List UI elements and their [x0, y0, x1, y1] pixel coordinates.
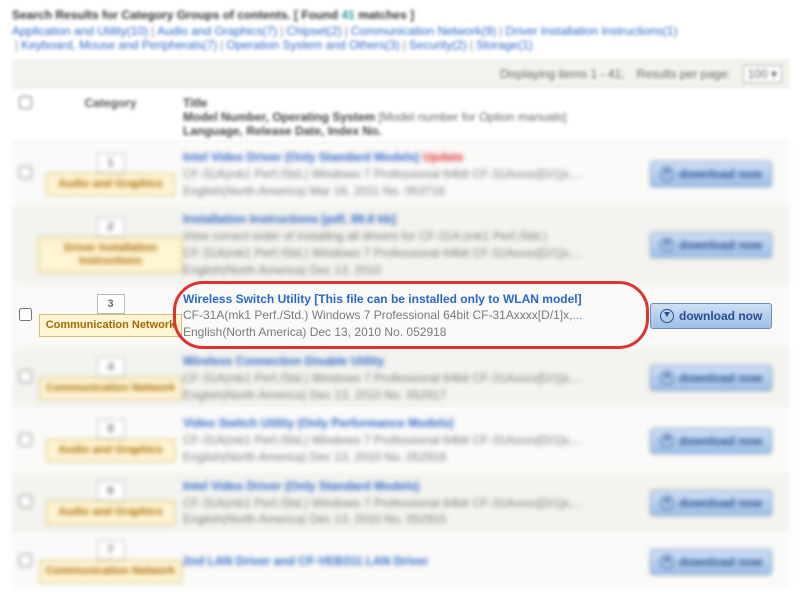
row-content: Wireless Switch Utility [This file can b… — [183, 291, 650, 341]
category-badge[interactable]: Audio and Graphics — [46, 173, 175, 196]
filter-link[interactable]: Application and Utility(10) — [12, 24, 148, 38]
filter-link[interactable]: Chipset(2) — [286, 24, 341, 38]
row-content: Intel Video Driver (Only Standard Models… — [183, 478, 650, 528]
row-index: 2 — [97, 217, 125, 237]
header-category: Category — [38, 96, 183, 110]
category-badge[interactable]: Driver Installation Instructions — [38, 237, 183, 273]
row-index: 3 — [97, 294, 125, 314]
row-index: 7 — [97, 540, 125, 560]
item-title-link[interactable]: Intel Video Driver (Only Standard Models… — [183, 479, 420, 493]
table-row: 7 Communication Network2nd LAN Driver an… — [12, 534, 790, 589]
category-badge[interactable]: Communication Network — [39, 560, 183, 583]
page: Search Results for Category Groups of co… — [0, 0, 802, 597]
chevron-down-icon: ▾ — [771, 67, 777, 81]
download-button[interactable]: download now — [650, 490, 772, 516]
pager-bar: Displaying items 1 - 41; Results per pag… — [12, 60, 790, 88]
download-icon — [660, 238, 674, 252]
filter-link[interactable]: Driver Installation Instructions(1) — [505, 24, 677, 38]
row-content: Video Switch Utility (Only Performance M… — [183, 415, 650, 465]
download-button[interactable]: download now — [650, 365, 772, 391]
filter-link[interactable]: Operation System and Others(3) — [226, 38, 399, 52]
row-content: 2nd LAN Driver and CF-VEB311 LAN Driver — [183, 553, 650, 570]
row-index: 4 — [97, 357, 125, 377]
results-header: Search Results for Category Groups of co… — [12, 8, 790, 22]
row-checkbox[interactable] — [19, 370, 32, 383]
row-checkbox[interactable] — [19, 166, 32, 179]
download-button[interactable]: download now — [650, 549, 772, 575]
update-flag: Update — [423, 150, 464, 164]
table-row: 4 Communication NetworkWireless Connecti… — [12, 347, 790, 409]
row-checkbox[interactable] — [19, 433, 32, 446]
row-content: Intel Video Driver (Only Standard Models… — [183, 149, 650, 199]
download-button[interactable]: download now — [650, 303, 772, 329]
select-all-checkbox[interactable] — [19, 96, 32, 109]
download-icon — [660, 371, 674, 385]
item-title-link[interactable]: Installation Instructions [pdf, 89.8 kb] — [183, 212, 396, 226]
row-index: 1 — [97, 153, 125, 173]
item-title-link[interactable]: Intel Video Driver (Only Standard Models… — [183, 150, 420, 164]
item-title-link[interactable]: Wireless Connection Disable Utility — [183, 354, 384, 368]
filter-link[interactable]: Keyboard, Mouse and Peripherals(7) — [21, 38, 217, 52]
item-title-link[interactable]: Wireless Switch Utility [This file can b… — [183, 292, 582, 306]
table-row: 5 Audio and Graphics Video Switch Utility… — [12, 409, 790, 471]
item-title-link[interactable]: Video Switch Utility (Only Performance M… — [183, 416, 454, 430]
row-checkbox[interactable] — [19, 308, 32, 321]
download-icon — [660, 555, 674, 569]
category-badge[interactable]: Audio and Graphics — [46, 439, 175, 462]
item-title-link[interactable]: 2nd LAN Driver and CF-VEB311 LAN Driver — [183, 554, 428, 568]
row-content: Wireless Connection Disable UtilityCF-31… — [183, 353, 650, 403]
rpp-label: Results per page: — [637, 67, 731, 81]
table-row: 2 Driver Installation InstructionsInstal… — [12, 205, 790, 284]
table-row: 3 Communication NetworkWireless Switch U… — [12, 285, 790, 347]
download-button[interactable]: download now — [650, 161, 772, 187]
table-row: 1 Audio and Graphics Intel Video Driver (… — [12, 143, 790, 205]
download-icon — [660, 434, 674, 448]
download-icon — [660, 496, 674, 510]
row-content: Installation Instructions [pdf, 89.8 kb]… — [183, 211, 650, 278]
results-table: 1 Audio and Graphics Intel Video Driver (… — [12, 143, 790, 589]
row-index: 6 — [97, 481, 125, 501]
header-title: Title Model Number, Operating System [Mo… — [183, 96, 650, 138]
category-badge[interactable]: Communication Network — [39, 314, 183, 337]
filter-link[interactable]: Communication Network(9) — [351, 24, 496, 38]
rpp-select[interactable]: 100 ▾ — [743, 65, 782, 83]
row-checkbox[interactable] — [19, 495, 32, 508]
download-button[interactable]: download now — [650, 428, 772, 454]
filter-link[interactable]: Security(2) — [409, 38, 467, 52]
category-badge[interactable]: Communication Network — [39, 377, 183, 400]
download-icon — [660, 167, 674, 181]
row-index: 5 — [97, 419, 125, 439]
displaying-label: Displaying items 1 - 41; — [500, 67, 625, 81]
category-badge[interactable]: Audio and Graphics — [46, 501, 175, 524]
category-filter-links: Application and Utility(10)|Audio and Gr… — [12, 24, 790, 52]
download-button[interactable]: download now — [650, 232, 772, 258]
download-icon — [660, 309, 674, 323]
table-header: Category Title Model Number, Operating S… — [12, 92, 790, 143]
filter-link[interactable]: Storage(1) — [476, 38, 533, 52]
row-checkbox[interactable] — [19, 554, 32, 567]
table-row: 6 Audio and Graphics Intel Video Driver (… — [12, 472, 790, 534]
filter-link[interactable]: Audio and Graphics(7) — [157, 24, 277, 38]
